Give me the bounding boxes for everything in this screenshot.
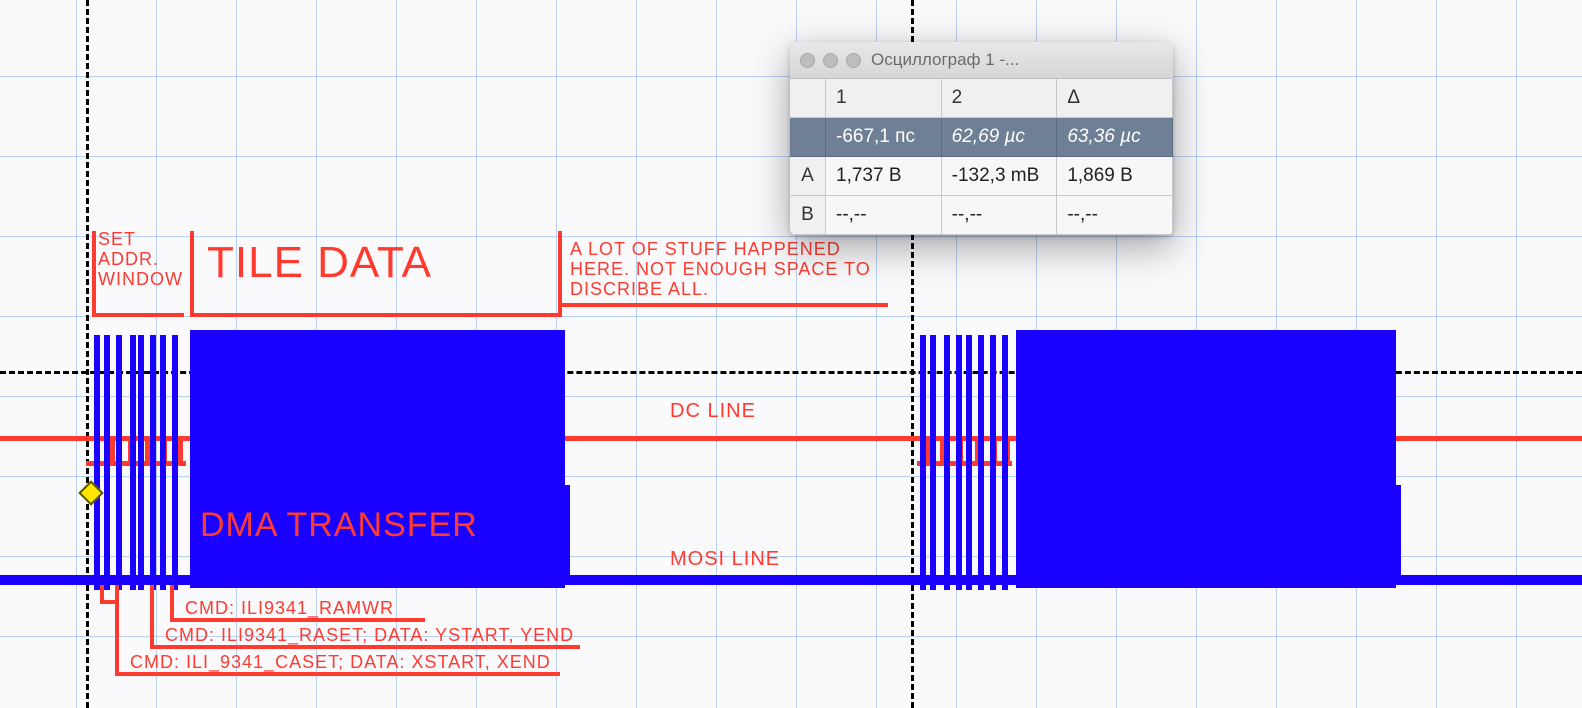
close-icon[interactable]	[800, 53, 815, 68]
row-time-c3[interactable]: 63,36 µс	[1057, 118, 1173, 157]
row-a-c3[interactable]: 1,869 В	[1057, 157, 1173, 196]
row-b-head[interactable]: B	[790, 196, 826, 235]
zoom-icon[interactable]	[846, 53, 861, 68]
row-time-head[interactable]	[790, 118, 826, 157]
label-dma-transfer: DMA TRANSFER	[200, 506, 478, 545]
row-time-c1[interactable]: -667,1 пс	[826, 118, 942, 157]
label-a-lot: A LOT OF STUFF HAPPENED HERE. NOT ENOUGH…	[570, 239, 871, 299]
label-tile-data: TILE DATA	[207, 238, 432, 288]
minimize-icon[interactable]	[823, 53, 838, 68]
hdr-c1: 1	[826, 79, 942, 118]
row-a-head[interactable]: A	[790, 157, 826, 196]
label-set-addr-window: SET ADDR. WINDOW	[98, 229, 183, 289]
hdr-blank	[790, 79, 826, 118]
cursor-v1[interactable]	[86, 0, 89, 708]
hdr-c2: 2	[942, 79, 1058, 118]
hdr-c3: Δ	[1057, 79, 1173, 118]
panel-titlebar[interactable]: Осциллограф 1 -...	[790, 42, 1173, 79]
label-cmd-ramwr: CMD: ILI9341_RAMWR	[185, 598, 394, 618]
row-b-c3[interactable]: --,--	[1057, 196, 1173, 235]
row-time-c2[interactable]: 62,69 µс	[942, 118, 1058, 157]
label-cmd-raset: CMD: ILI9341_RASET; DATA: YSTART, YEND	[165, 625, 574, 645]
row-b-c2[interactable]: --,--	[942, 196, 1058, 235]
measurement-table: 1 2 Δ -667,1 пс 62,69 µс 63,36 µс A 1,73…	[790, 79, 1173, 235]
oscilloscope-canvas: SET ADDR. WINDOW TILE DATA A LOT OF STUF…	[0, 0, 1582, 708]
label-cmd-caset: CMD: ILI_9341_CASET; DATA: XSTART, XEND	[130, 652, 551, 672]
measurement-panel[interactable]: Осциллограф 1 -... 1 2 Δ -667,1 пс 62,69…	[790, 42, 1173, 235]
label-dc-line: DC LINE	[670, 400, 756, 423]
label-mosi-line: MOSI LINE	[670, 548, 780, 571]
window-controls[interactable]	[800, 53, 861, 68]
row-a-c2[interactable]: -132,3 mВ	[942, 157, 1058, 196]
row-b-c1[interactable]: --,--	[826, 196, 942, 235]
panel-title: Осциллограф 1 -...	[871, 50, 1019, 70]
row-a-c1[interactable]: 1,737 В	[826, 157, 942, 196]
